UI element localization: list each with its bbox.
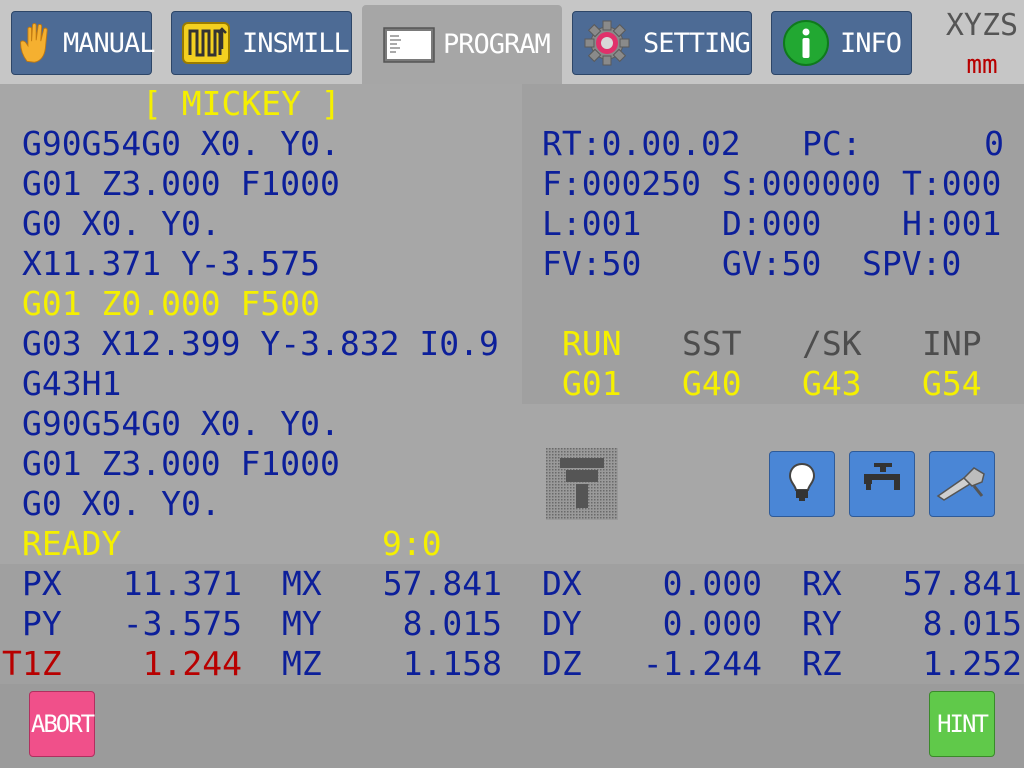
spindle-tool-icon xyxy=(546,448,618,520)
coord-label: T1Z xyxy=(2,644,62,683)
program-line: G01 Z3.000 F1000 xyxy=(22,164,340,203)
hint-button[interactable]: HINT xyxy=(929,691,995,757)
program-line: G03 X12.399 Y-3.832 I0.9 xyxy=(22,324,499,363)
program-line: G90G54G0 X0. Y0. xyxy=(22,404,340,443)
coord-value: 57.841 xyxy=(382,564,502,603)
program-name: [ MICKEY ] xyxy=(142,84,341,123)
insmill-icon xyxy=(182,22,230,64)
coord-value: 8.015 xyxy=(922,604,1022,643)
lamp-icon xyxy=(788,462,816,501)
tab-insmill[interactable]: INSMILL xyxy=(171,11,352,75)
l-value: L:001 xyxy=(542,204,642,243)
machine-state: READY xyxy=(22,524,122,563)
line-counter: 9:0 xyxy=(382,524,442,563)
coord-label: PY xyxy=(22,604,62,643)
coord-label: DZ xyxy=(542,644,582,683)
program-icon xyxy=(383,26,435,63)
tab-info-label: INFO xyxy=(840,27,902,59)
program-line: G0 X0. Y0. xyxy=(22,484,221,523)
coord-label: DY xyxy=(542,604,582,643)
coord-label: MY xyxy=(282,604,322,643)
coord-label: RY xyxy=(802,604,842,643)
modal-header-sst: SST xyxy=(682,324,742,363)
modal-code: G43 xyxy=(802,364,862,403)
modal-code: G01 xyxy=(562,364,622,403)
coord-label: RX xyxy=(802,564,842,603)
coord-value: 11.371 xyxy=(122,564,242,603)
tab-manual-label: MANUAL xyxy=(63,27,156,59)
coord-label: PX xyxy=(22,564,62,603)
coord-value: 57.841 xyxy=(902,564,1022,603)
modal-code: G54 xyxy=(922,364,982,403)
coord-label: RZ xyxy=(802,644,842,683)
coord-label: MZ xyxy=(282,644,322,683)
tool-number: T:000 xyxy=(902,164,1002,203)
air-blow-icon xyxy=(936,467,985,501)
tab-manual[interactable]: MANUAL xyxy=(11,11,156,75)
program-line: G43H1 xyxy=(22,364,122,403)
gear-icon xyxy=(584,20,630,66)
spindle-override: SPV:0 xyxy=(862,244,962,283)
program-line-current: G01 Z0.000 F500 xyxy=(22,284,321,323)
program-line: G90G54G0 X0. Y0. xyxy=(22,124,340,163)
coord-value: 1.252 xyxy=(922,644,1022,683)
coord-value: 0.000 xyxy=(662,604,762,643)
modal-header-sk: /SK xyxy=(802,324,862,363)
top-menu-bar: MANUAL INSMILL PROGRAM SETTING INFO XYZS… xyxy=(0,0,1024,84)
g-override: GV:50 xyxy=(722,244,822,283)
program-line: G01 Z3.000 F1000 xyxy=(22,444,340,483)
feed-rate: F:000250 xyxy=(542,164,701,203)
modal-header-run: RUN xyxy=(562,324,622,363)
part-count-label: PC: xyxy=(802,124,862,163)
spindle-speed: S:000000 xyxy=(722,164,881,203)
d-value: D:000 xyxy=(722,204,822,243)
run-time: RT:0.00.02 xyxy=(542,124,741,163)
tab-setting[interactable]: SETTING xyxy=(572,11,752,75)
feed-override: FV:50 xyxy=(542,244,642,283)
coord-value: 1.158 xyxy=(402,644,502,683)
coord-value: -1.244 xyxy=(642,644,762,683)
coord-label: MX xyxy=(282,564,322,603)
axes-indicator: XYZS xyxy=(945,8,1019,43)
tab-setting-label: SETTING xyxy=(643,27,751,59)
program-line: X11.371 Y-3.575 xyxy=(22,244,321,283)
coord-label: DX xyxy=(542,564,582,603)
tab-program[interactable]: PROGRAM xyxy=(362,5,562,84)
coolant-icon xyxy=(864,463,900,490)
coord-value: 8.015 xyxy=(402,604,502,643)
tab-insmill-label: INSMILL xyxy=(242,27,350,59)
tab-program-label: PROGRAM xyxy=(443,29,551,60)
tab-info[interactable]: INFO xyxy=(771,11,912,75)
unit-indicator: mm xyxy=(966,50,998,80)
air-blow-button[interactable] xyxy=(929,451,995,517)
abort-button[interactable]: ABORT xyxy=(29,691,95,757)
modal-code: G40 xyxy=(682,364,742,403)
hand-icon xyxy=(20,23,48,63)
bottom-bar xyxy=(0,684,1024,768)
part-count-value: 0 xyxy=(984,124,1004,163)
h-value: H:001 xyxy=(902,204,1002,243)
modal-header-inp: INP xyxy=(922,324,982,363)
coord-value: 0.000 xyxy=(662,564,762,603)
coord-value: -3.575 xyxy=(122,604,242,643)
coolant-button[interactable] xyxy=(849,451,915,517)
program-line: G0 X0. Y0. xyxy=(22,204,221,243)
coord-value: 1.244 xyxy=(142,644,242,683)
lamp-button[interactable] xyxy=(769,451,835,517)
info-icon xyxy=(783,20,829,66)
